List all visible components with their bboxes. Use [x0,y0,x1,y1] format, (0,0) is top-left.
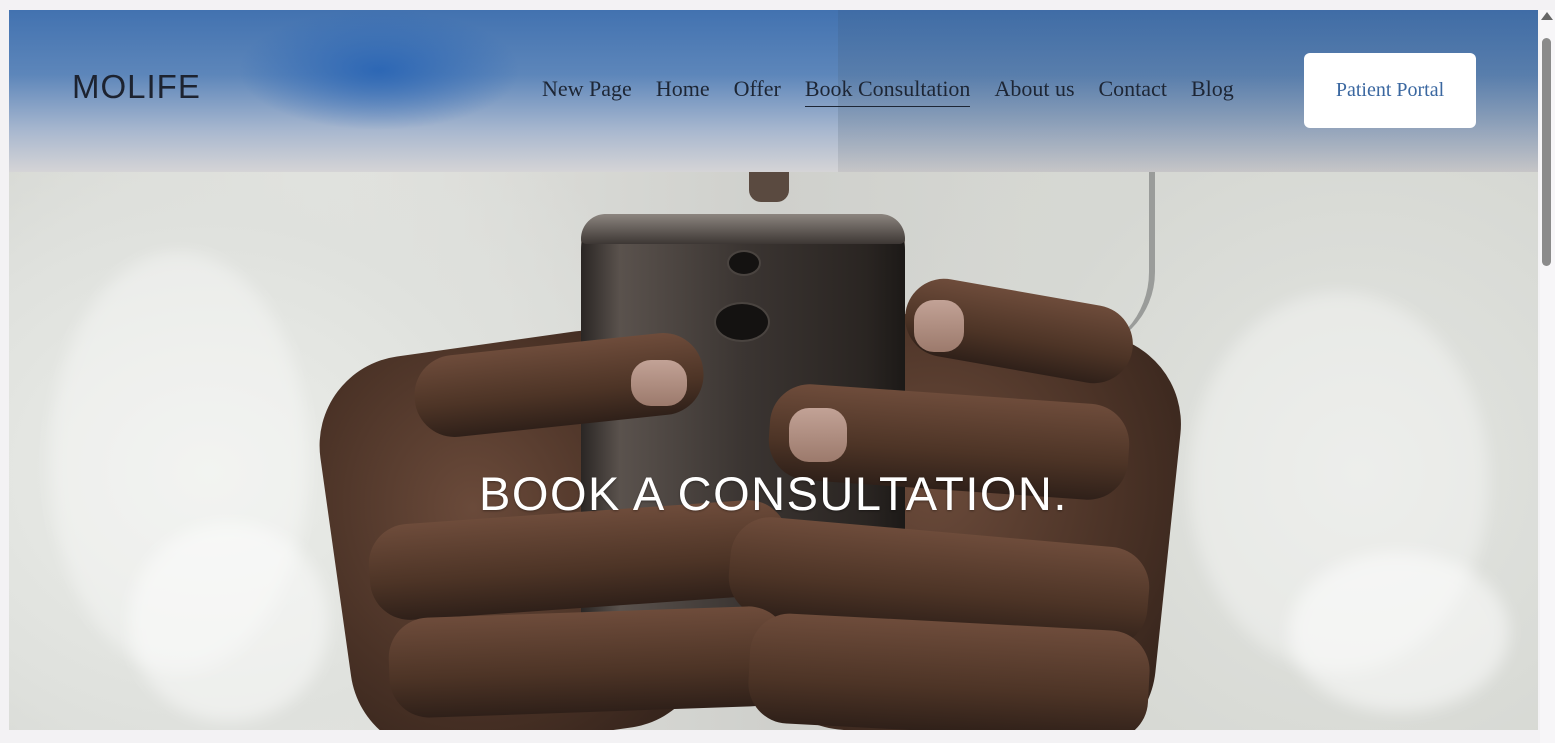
hero-title: BOOK A CONSULTATION. [479,467,1068,520]
nav-item-book-consultation[interactable]: Book Consultation [804,76,971,107]
hero-banner: BOOK A CONSULTATION. [9,172,1538,730]
patient-portal-button[interactable]: Patient Portal [1304,53,1476,128]
site-header: MOLIFE New Page Home Offer Book Consulta… [9,10,1538,172]
browser-viewport: MOLIFE New Page Home Offer Book Consulta… [9,10,1538,730]
nav-item-home[interactable]: Home [656,76,710,107]
nav-item-contact[interactable]: Contact [1099,76,1167,107]
nav-item-offer[interactable]: Offer [734,76,781,107]
nav-item-blog[interactable]: Blog [1191,76,1234,107]
site-logo[interactable]: MOLIFE [72,68,201,106]
main-nav: New Page Home Offer Book Consultation Ab… [542,76,1258,107]
nav-item-new-page[interactable]: New Page [542,76,632,107]
nav-item-about-us[interactable]: About us [994,76,1074,107]
scroll-up-arrow-icon[interactable] [1541,12,1553,20]
scrollbar-thumb[interactable] [1542,38,1551,266]
hero-image [9,172,1538,730]
